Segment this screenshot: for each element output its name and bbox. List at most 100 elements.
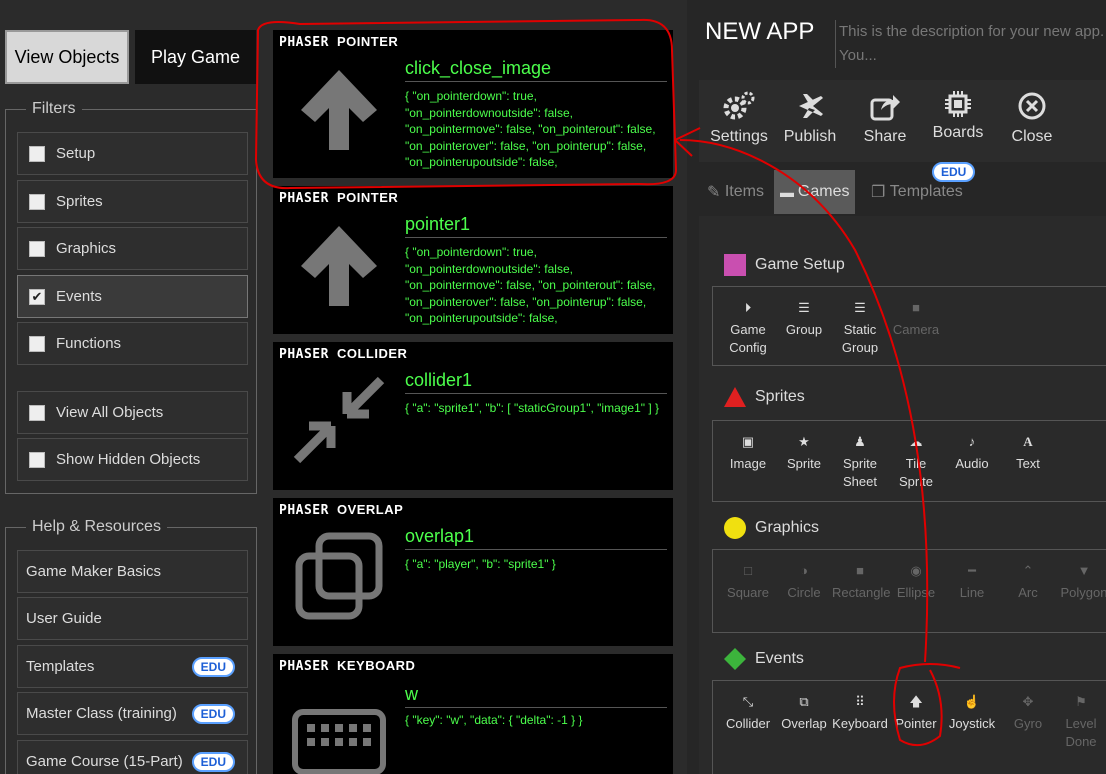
section-box: ▣ Image ★ Sprite ♟ Sprite Sheet ☁ Tile Sprit… [712, 420, 1106, 502]
item-joystick[interactable]: ☝ Joystick [944, 691, 1000, 733]
tab-games[interactable]: ▬ Games [774, 170, 856, 214]
item-gyro[interactable]: ✥ Gyro [1000, 691, 1056, 733]
item-line[interactable]: ━ Line [944, 560, 1000, 602]
item-keyboard[interactable]: ⠿ Keyboard [832, 691, 888, 733]
object-props: { "a": "sprite1", "b": [ "staticGroup1",… [405, 401, 660, 415]
toolbar-label: Close [1011, 128, 1053, 145]
boards-button[interactable]: Boards [923, 90, 993, 142]
filter-label: Functions [56, 335, 122, 352]
help-templates[interactable]: Templates EDU [17, 645, 248, 688]
checkbox-checked[interactable]: ✔ [29, 288, 45, 305]
item-sprite-sheet[interactable]: ♟ Sprite Sheet [832, 431, 888, 491]
view-all-objects[interactable]: View All Objects [17, 391, 248, 434]
object-props: { "key": "w", "data": { "delta": -1 } } [405, 713, 583, 727]
filter-label: Events [56, 288, 102, 305]
item-game-config[interactable]: ⏵ Game Config [720, 297, 776, 357]
filter-sprites[interactable]: Sprites [17, 180, 248, 223]
view-objects-button[interactable]: View Objects [5, 30, 129, 84]
help-user-guide[interactable]: User Guide [17, 597, 248, 640]
help-label: User Guide [26, 610, 102, 627]
section-box: ⤡ Collider ⧉ Overlap ⠿ Keyboard 🡅 Pointer ☝ J… [712, 680, 1106, 774]
item-polygon[interactable]: ▼ Polygon [1056, 560, 1106, 602]
checkbox[interactable] [29, 240, 45, 257]
item-circle[interactable]: ◑ Circle [776, 560, 832, 602]
checkbox[interactable] [29, 335, 45, 352]
star-icon: ★ [798, 434, 810, 449]
object-card[interactable]: PHASER POINTER click_close_image { "on_po… [273, 30, 673, 178]
close-circle-icon [1018, 92, 1046, 120]
gamepad-icon: ▬ [780, 184, 798, 200]
filter-events[interactable]: ✔ Events [17, 275, 248, 318]
help-master-class[interactable]: Master Class (training) EDU [17, 692, 248, 735]
filter-functions[interactable]: Functions [17, 322, 248, 365]
item-ellipse[interactable]: ◉ Ellipse [888, 560, 944, 602]
object-card[interactable]: PHASER COLLIDER collider1 { "a": "sprite1… [273, 342, 673, 490]
minus-icon: ━ [968, 563, 976, 578]
play-circle-icon: ⏵ [744, 300, 752, 315]
checkbox[interactable] [29, 145, 45, 162]
object-card[interactable]: PHASER KEYBOARD w { "key": "w", "data": {… [273, 654, 673, 774]
edu-badge: EDU [932, 162, 976, 182]
move-icon: ✥ [1022, 694, 1034, 709]
item-square[interactable]: □ Square [720, 560, 776, 602]
publish-button[interactable]: Publish [775, 90, 845, 146]
square-filled-icon: ■ [856, 563, 864, 578]
item-audio[interactable]: ♪ Audio [944, 431, 1000, 473]
camera-icon: ■ [912, 300, 920, 315]
object-card[interactable]: PHASER OVERLAP overlap1 { "a": "player", … [273, 498, 673, 646]
chevron-up-icon: ⌃ [1022, 563, 1034, 578]
section-title: Sprites [755, 388, 805, 405]
object-card[interactable]: PHASER POINTER pointer1 { "on_pointerdown… [273, 186, 673, 334]
help-label: Game Maker Basics [26, 563, 162, 580]
filters-legend: Filters [32, 100, 76, 117]
item-overlap[interactable]: ⧉ Overlap [776, 691, 832, 733]
item-pointer[interactable]: 🡅 Pointer [888, 691, 944, 733]
item-collider[interactable]: ⤡ Collider [720, 691, 776, 733]
item-sprite[interactable]: ★ Sprite [776, 431, 832, 473]
filter-label: Sprites [56, 193, 103, 210]
collide-arrows-icon: ⤡ [742, 694, 754, 709]
share-button[interactable]: Share [850, 90, 920, 146]
item-level-done[interactable]: ⚑ Level Done [1056, 691, 1106, 751]
volume-icon: ♪ [968, 434, 976, 449]
help-game-maker-basics[interactable]: Game Maker Basics [17, 550, 248, 593]
settings-button[interactable]: Settings [704, 90, 774, 146]
item-camera[interactable]: ■ Camera [888, 297, 944, 339]
triangle-mark-icon [724, 387, 746, 407]
cloud-icon: ☁ [909, 434, 923, 449]
share-icon [870, 95, 900, 121]
close-button[interactable]: Close [997, 90, 1067, 146]
app-title[interactable]: NEW APP [705, 18, 814, 46]
item-text[interactable]: A Text [1000, 431, 1056, 473]
app-description[interactable]: This is the description for your new app… [835, 20, 1106, 68]
item-static-group[interactable]: ☰ Static Group [832, 297, 888, 357]
checkbox[interactable] [29, 404, 45, 421]
checkbox[interactable] [29, 193, 45, 210]
play-game-button[interactable]: Play Game [135, 30, 256, 84]
show-hidden-objects[interactable]: Show Hidden Objects [17, 438, 248, 481]
filter-setup[interactable]: Setup [17, 132, 248, 175]
tab-items[interactable]: ✎ Items [707, 170, 764, 214]
item-rectangle[interactable]: ■ Rectangle [832, 560, 891, 602]
item-arc[interactable]: ⌃ Arc [1000, 560, 1056, 602]
filter-graphics[interactable]: Graphics [17, 227, 248, 270]
item-image[interactable]: ▣ Image [720, 431, 776, 473]
section-box: □ Square ◑ Circle ■ Rectangle ◉ Ellipse ━ Lin… [712, 549, 1106, 633]
filter-label: Setup [56, 145, 96, 162]
object-props: { "on_pointerdown": true, "on_pointerdow… [405, 89, 656, 169]
bookmark-icon: ▼ [1077, 563, 1091, 578]
checkbox[interactable] [29, 451, 45, 468]
help-legend: Help & Resources [32, 518, 161, 535]
card-type: PHASER COLLIDER [279, 346, 408, 362]
item-tile-sprite[interactable]: ☁ Tile Sprite [888, 431, 944, 491]
half-circle-icon: ◑ [800, 563, 808, 578]
help-label: Game Course (15-Part) [26, 753, 183, 770]
object-props: { "on_pointerdown": true, "on_pointerdow… [405, 245, 656, 325]
diamond-mark-icon [724, 648, 746, 670]
object-name: overlap1 [405, 526, 667, 550]
objects-list: PHASER POINTER click_close_image { "on_po… [262, 0, 687, 774]
help-game-course[interactable]: Game Course (15-Part) EDU [17, 740, 248, 774]
card-type: PHASER POINTER [279, 34, 399, 50]
item-group[interactable]: ☰ Group [776, 297, 832, 339]
copy-icon: ❐ [871, 184, 890, 201]
